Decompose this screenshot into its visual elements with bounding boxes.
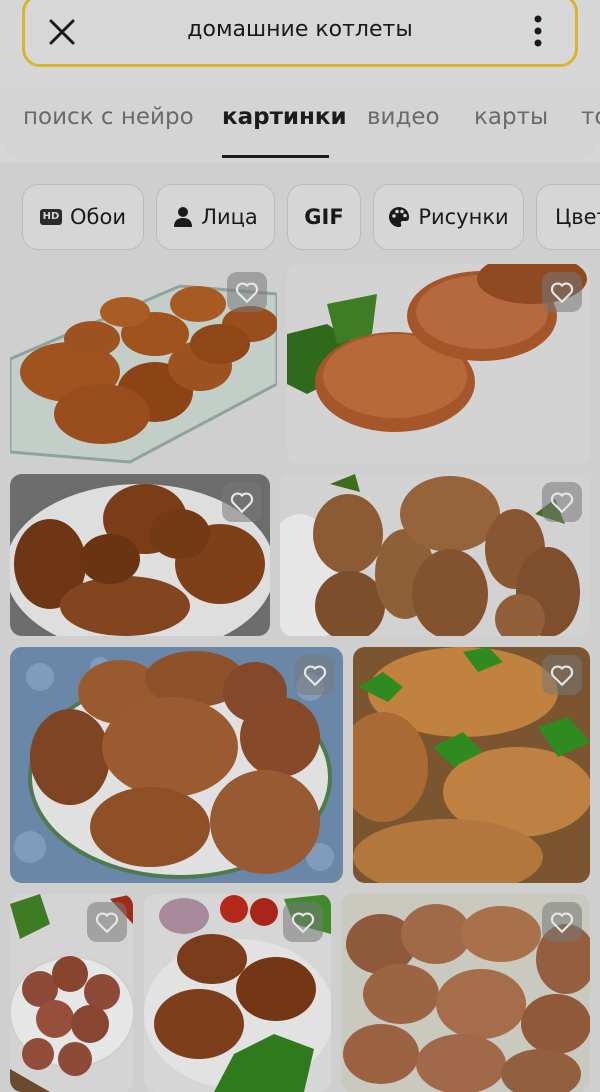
chip-gif[interactable]: GIF	[287, 184, 361, 250]
favorite-button[interactable]	[542, 482, 582, 522]
image-tile[interactable]	[353, 647, 590, 883]
favorite-button[interactable]	[542, 902, 582, 942]
more-menu-icon[interactable]	[523, 11, 553, 51]
favorite-button[interactable]	[222, 482, 262, 522]
image-tile[interactable]	[144, 894, 331, 1092]
heart-icon	[95, 912, 119, 934]
chip-color[interactable]: Цвет	[536, 184, 600, 250]
heart-icon	[550, 492, 574, 514]
chip-label: Цвет	[555, 205, 600, 229]
person-icon	[173, 206, 193, 228]
favorite-button[interactable]	[542, 272, 582, 312]
favorite-button[interactable]	[227, 272, 267, 312]
cutlets-image	[10, 647, 343, 883]
tab-images[interactable]: картинки	[222, 104, 347, 130]
chip-label: GIF	[304, 205, 344, 229]
favorite-button[interactable]	[542, 655, 582, 695]
favorite-button[interactable]	[87, 902, 127, 942]
search-tabs: поиск с нейро картинки видео карты то	[0, 90, 600, 160]
palette-icon	[388, 206, 410, 228]
image-tile[interactable]	[10, 474, 270, 636]
image-tile[interactable]	[10, 264, 277, 464]
image-tile[interactable]	[10, 647, 343, 883]
search-box[interactable]: домашние котлеты	[22, 0, 578, 67]
chip-label: Обои	[70, 205, 126, 229]
header: домашние котлеты поиск с нейро картинки …	[0, 0, 600, 162]
image-tile[interactable]	[341, 894, 590, 1092]
heart-icon	[303, 665, 327, 687]
chip-wallpapers[interactable]: HD Обои	[22, 184, 144, 250]
chip-label: Лица	[201, 205, 258, 229]
chip-label: Рисунки	[418, 205, 509, 229]
active-tab-indicator	[222, 155, 329, 158]
image-tile[interactable]	[287, 264, 590, 464]
heart-icon	[550, 912, 574, 934]
favorite-button[interactable]	[283, 902, 323, 942]
tab-video[interactable]: видео	[367, 104, 440, 130]
search-query[interactable]: домашние котлеты	[25, 17, 575, 42]
favorite-button[interactable]	[295, 655, 335, 695]
heart-icon	[235, 282, 259, 304]
chip-drawings[interactable]: Рисунки	[373, 184, 524, 250]
tab-maps[interactable]: карты	[474, 104, 548, 130]
hd-icon: HD	[40, 209, 62, 225]
tab-more[interactable]: то	[581, 104, 600, 130]
heart-icon	[550, 282, 574, 304]
image-tile[interactable]	[280, 474, 590, 636]
image-tile[interactable]	[10, 894, 133, 1092]
heart-icon	[291, 912, 315, 934]
heart-icon	[230, 492, 254, 514]
chip-faces[interactable]: Лица	[156, 184, 275, 250]
filter-chips: HD Обои Лица GIF Рисунки Цвет	[0, 170, 600, 262]
heart-icon	[550, 665, 574, 687]
tab-neuro[interactable]: поиск с нейро	[23, 104, 194, 130]
